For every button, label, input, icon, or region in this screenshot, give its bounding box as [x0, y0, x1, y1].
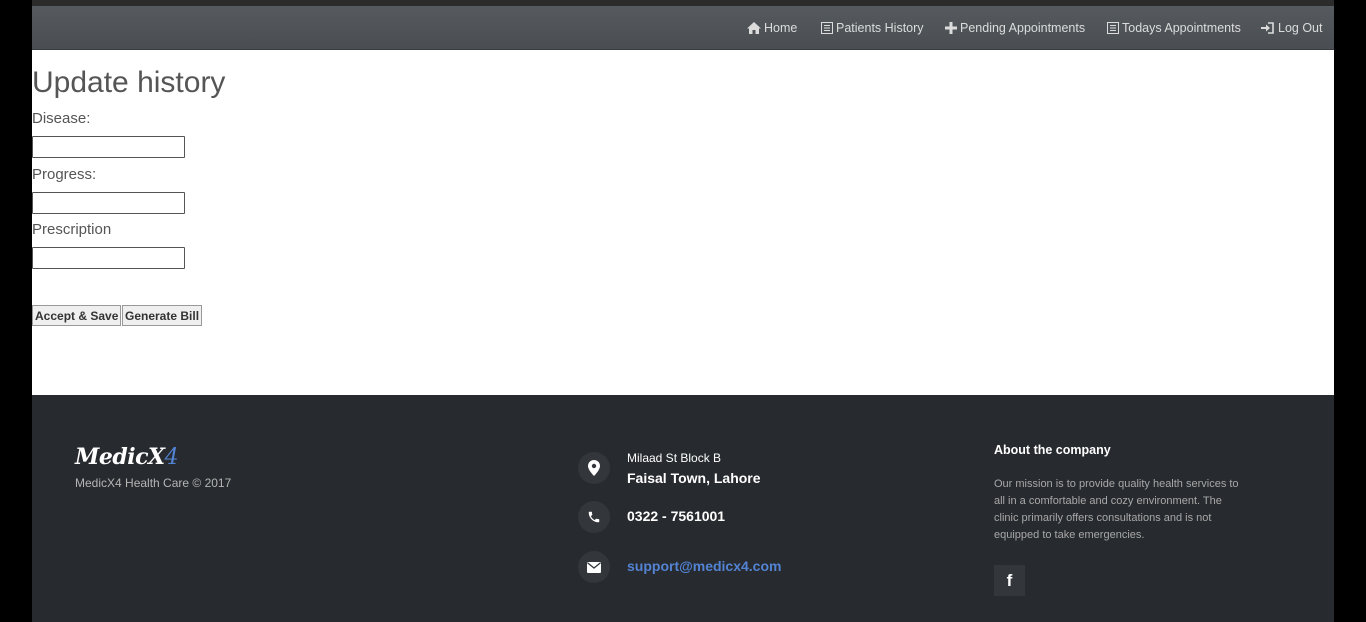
nav-todays-appointments[interactable]: Todays Appointments — [1107, 6, 1241, 50]
brand-main: MedicX — [75, 444, 165, 470]
about-text: Our mission is to provide quality health… — [994, 478, 1239, 541]
nav-logout-label: Log Out — [1278, 21, 1323, 35]
generate-bill-button[interactable]: Generate Bill — [122, 305, 203, 326]
nav-todays-appointments-label: Todays Appointments — [1122, 21, 1241, 35]
progress-label: Progress: — [32, 166, 97, 183]
page: Home Patients History Pending Appointmen… — [32, 0, 1334, 622]
list-icon — [821, 22, 833, 34]
facebook-icon[interactable]: f — [994, 565, 1025, 596]
disease-label: Disease: — [32, 110, 91, 127]
footer: MedicX4 MedicX4 Health Care © 2017 Milaa… — [32, 395, 1334, 622]
disease-input[interactable] — [32, 136, 185, 158]
nav-pending-appointments[interactable]: Pending Appointments — [945, 6, 1085, 50]
about-title: About the company — [994, 443, 1111, 457]
support-email-link[interactable]: support@medicx4.com — [627, 558, 781, 574]
address-line1: Milaad St Block B — [627, 451, 722, 465]
page-title: Update history — [32, 66, 226, 99]
nav-pending-appointments-label: Pending Appointments — [960, 21, 1086, 35]
address-line2: Faisal Town, Lahore — [627, 470, 761, 486]
nav-patients-history-label: Patients History — [836, 21, 924, 35]
nav-patients-history[interactable]: Patients History — [821, 6, 924, 50]
envelope-icon — [578, 551, 610, 583]
phone-icon — [578, 501, 610, 533]
list-icon — [1107, 22, 1119, 34]
brand-logo: MedicX4 — [75, 444, 179, 470]
accept-save-button[interactable]: Accept & Save — [32, 305, 122, 326]
plus-icon — [945, 22, 957, 34]
brand-accent: 4 — [164, 445, 179, 470]
nav-home-label: Home — [764, 21, 798, 35]
progress-input[interactable] — [32, 192, 185, 214]
nav-home[interactable]: Home — [747, 6, 797, 50]
phone-number: 0322 - 7561001 — [627, 508, 726, 524]
home-icon — [747, 22, 761, 34]
prescription-input[interactable] — [32, 247, 185, 269]
map-marker-icon — [578, 452, 610, 484]
log-in-icon — [1261, 22, 1275, 34]
nav-logout[interactable]: Log Out — [1261, 6, 1322, 50]
navbar: Home Patients History Pending Appointmen… — [32, 6, 1334, 50]
copyright: MedicX4 Health Care © 2017 — [75, 476, 232, 490]
prescription-label: Prescription — [32, 221, 112, 238]
